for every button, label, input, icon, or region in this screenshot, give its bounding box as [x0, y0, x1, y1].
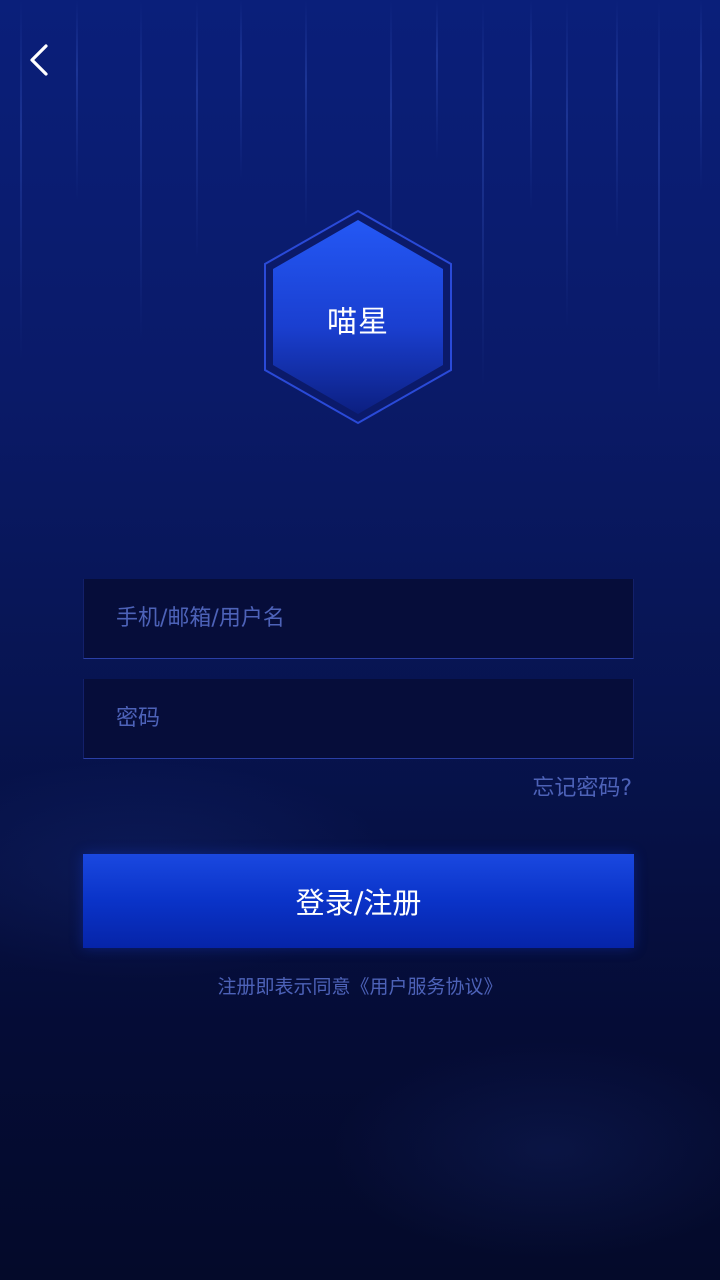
- username-input[interactable]: [84, 579, 633, 658]
- user-agreement-link[interactable]: 注册即表示同意《用户服务协议》: [0, 972, 720, 999]
- logo-text: 喵星: [327, 305, 389, 340]
- password-input[interactable]: [84, 679, 633, 758]
- username-field[interactable]: [83, 579, 634, 659]
- login-screen: 喵星 忘记密码? 登录/注册 注册即表示同意《用户服务协议》: [0, 0, 720, 1280]
- background-glow: [330, 1040, 720, 1260]
- app-logo: 喵星: [262, 208, 454, 426]
- back-button[interactable]: [18, 38, 62, 82]
- chevron-left-icon: [30, 44, 48, 76]
- forgot-password-link[interactable]: 忘记密码?: [532, 770, 632, 802]
- login-register-button[interactable]: 登录/注册: [83, 854, 634, 948]
- password-field[interactable]: [83, 679, 634, 759]
